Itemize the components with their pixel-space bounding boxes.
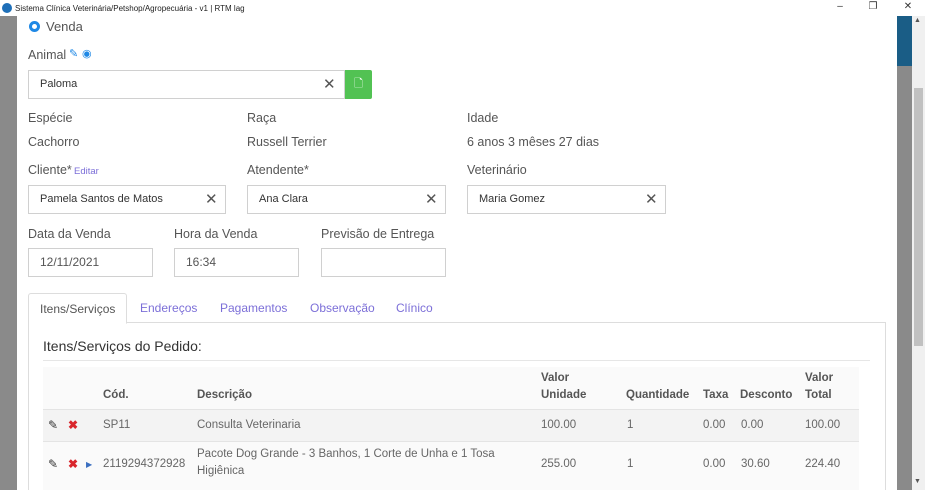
sale-modal: Venda Animal ✎ ◉ Paloma ✕ 🗋 Espécie Cach…: [17, 16, 897, 490]
window-titlebar: Sistema Clínica Veterinária/Petshop/Agro…: [0, 0, 925, 16]
client-select[interactable]: Pamela Santos de Matos ✕: [28, 185, 226, 214]
vertical-scrollbar[interactable]: ▲ ▼: [912, 16, 925, 490]
scroll-up-icon[interactable]: ▲: [914, 17, 921, 24]
row-discount: 30.60: [741, 458, 770, 470]
scroll-thumb[interactable]: [914, 88, 923, 346]
row-total: 100.00: [805, 419, 841, 431]
client-clear-icon[interactable]: ✕: [205, 186, 218, 213]
col-description: Descrição: [197, 389, 252, 401]
attendant-select[interactable]: Ana Clara ✕: [247, 185, 446, 214]
sale-date-label: Data da Venda: [28, 227, 111, 241]
col-total-2: Total: [805, 389, 832, 401]
restore-button[interactable]: ❐: [858, 0, 888, 16]
tab-bar: Itens/Serviços Endereços Pagamentos Obse…: [28, 293, 886, 324]
animal-clear-icon[interactable]: ✕: [323, 71, 336, 98]
delete-row-icon[interactable]: ✖: [68, 418, 78, 432]
breed-value: Russell Terrier: [247, 135, 327, 149]
row-tax: 0.00: [703, 419, 726, 431]
tab-items[interactable]: Itens/Serviços: [28, 293, 128, 324]
window-title: Sistema Clínica Veterinária/Petshop/Agro…: [15, 3, 245, 13]
col-discount: Desconto: [740, 389, 793, 401]
table-row: ✎ ✖ ▶ 2119294372928 Pacote Dog Grande - …: [43, 441, 859, 490]
sale-type-radio[interactable]: [29, 21, 40, 32]
attendant-clear-icon[interactable]: ✕: [425, 186, 438, 213]
col-quantity: Quantidade: [626, 389, 690, 401]
sale-time-label: Hora da Venda: [174, 227, 258, 241]
scroll-down-icon[interactable]: ▼: [914, 478, 921, 485]
col-tax: Taxa: [703, 389, 729, 401]
backdrop-accent: [897, 16, 912, 66]
animal-select[interactable]: Paloma ✕: [28, 70, 345, 99]
col-unit-value-2: Unidade: [541, 389, 587, 401]
sale-time-value: 16:34: [186, 255, 217, 269]
row-total: 224.40: [805, 458, 841, 470]
row-qty: 1: [627, 458, 634, 470]
sale-date-input[interactable]: 12/11/2021: [28, 248, 153, 277]
vet-clear-icon[interactable]: ✕: [645, 186, 658, 213]
attendant-value: Ana Clara: [259, 193, 308, 205]
close-window-button[interactable]: ✕: [893, 0, 923, 16]
age-value: 6 anos 3 mêses 27 dias: [467, 135, 600, 149]
items-title: Itens/Serviços do Pedido:: [43, 338, 202, 354]
col-total-1: Valor: [805, 372, 834, 384]
vet-select[interactable]: Maria Gomez ✕: [467, 185, 666, 214]
row-unit: 255.00: [541, 458, 577, 470]
row-tax: 0.00: [703, 458, 726, 470]
minimize-button[interactable]: –: [825, 0, 855, 16]
edit-row-icon[interactable]: ✎: [48, 418, 58, 432]
edit-row-icon[interactable]: ✎: [48, 457, 58, 471]
age-label: Idade: [467, 111, 499, 125]
species-label: Espécie: [28, 111, 73, 125]
row-code: SP11: [103, 419, 131, 431]
tab-clinical[interactable]: Clínico: [396, 293, 433, 324]
attendant-label: Atendente*: [247, 163, 309, 177]
tab-addresses[interactable]: Endereços: [140, 293, 197, 324]
col-code: Cód.: [103, 389, 129, 401]
client-label: Cliente*: [28, 163, 72, 177]
sale-date-value: 12/11/2021: [40, 255, 100, 269]
delete-row-icon[interactable]: ✖: [68, 457, 78, 471]
vet-value: Maria Gomez: [479, 193, 546, 205]
delivery-input[interactable]: [321, 248, 446, 277]
row-unit: 100.00: [541, 419, 577, 431]
tab-payments[interactable]: Pagamentos: [220, 293, 287, 324]
row-description-2: Higiênica: [197, 465, 245, 477]
edit-icon[interactable]: ✎: [69, 47, 78, 60]
breed-label: Raça: [247, 111, 277, 125]
file-icon[interactable]: 🗋: [345, 70, 372, 99]
row-description: Pacote Dog Grande - 3 Banhos, 1 Corte de…: [197, 448, 495, 460]
sale-time-input[interactable]: 16:34: [174, 248, 299, 277]
vet-label: Veterinário: [467, 163, 527, 177]
table-row: ✎ ✖ SP11 Consulta Veterinaria 100.00 1 0…: [43, 409, 859, 441]
app-icon: [2, 3, 12, 13]
eye-icon[interactable]: ◉: [82, 47, 92, 60]
species-value: Cachorro: [28, 135, 80, 149]
animal-label: Animal: [28, 48, 67, 62]
backdrop-left: [0, 16, 17, 490]
client-value: Pamela Santos de Matos: [40, 193, 163, 205]
client-edit-link[interactable]: Editar: [74, 166, 99, 177]
row-discount: 0.00: [741, 419, 764, 431]
tab-notes[interactable]: Observação: [310, 293, 375, 324]
col-unit-value-1: Valor: [541, 372, 570, 384]
delivery-label: Previsão de Entrega: [321, 227, 435, 241]
expand-row-icon[interactable]: ▶: [86, 460, 92, 469]
sale-type-label: Venda: [46, 19, 83, 34]
row-qty: 1: [627, 419, 634, 431]
animal-value: Paloma: [40, 78, 78, 90]
row-code: 2119294372928: [103, 458, 186, 470]
items-divider: [43, 360, 870, 361]
row-description: Consulta Veterinaria: [197, 419, 301, 431]
backdrop-right: [897, 16, 912, 490]
